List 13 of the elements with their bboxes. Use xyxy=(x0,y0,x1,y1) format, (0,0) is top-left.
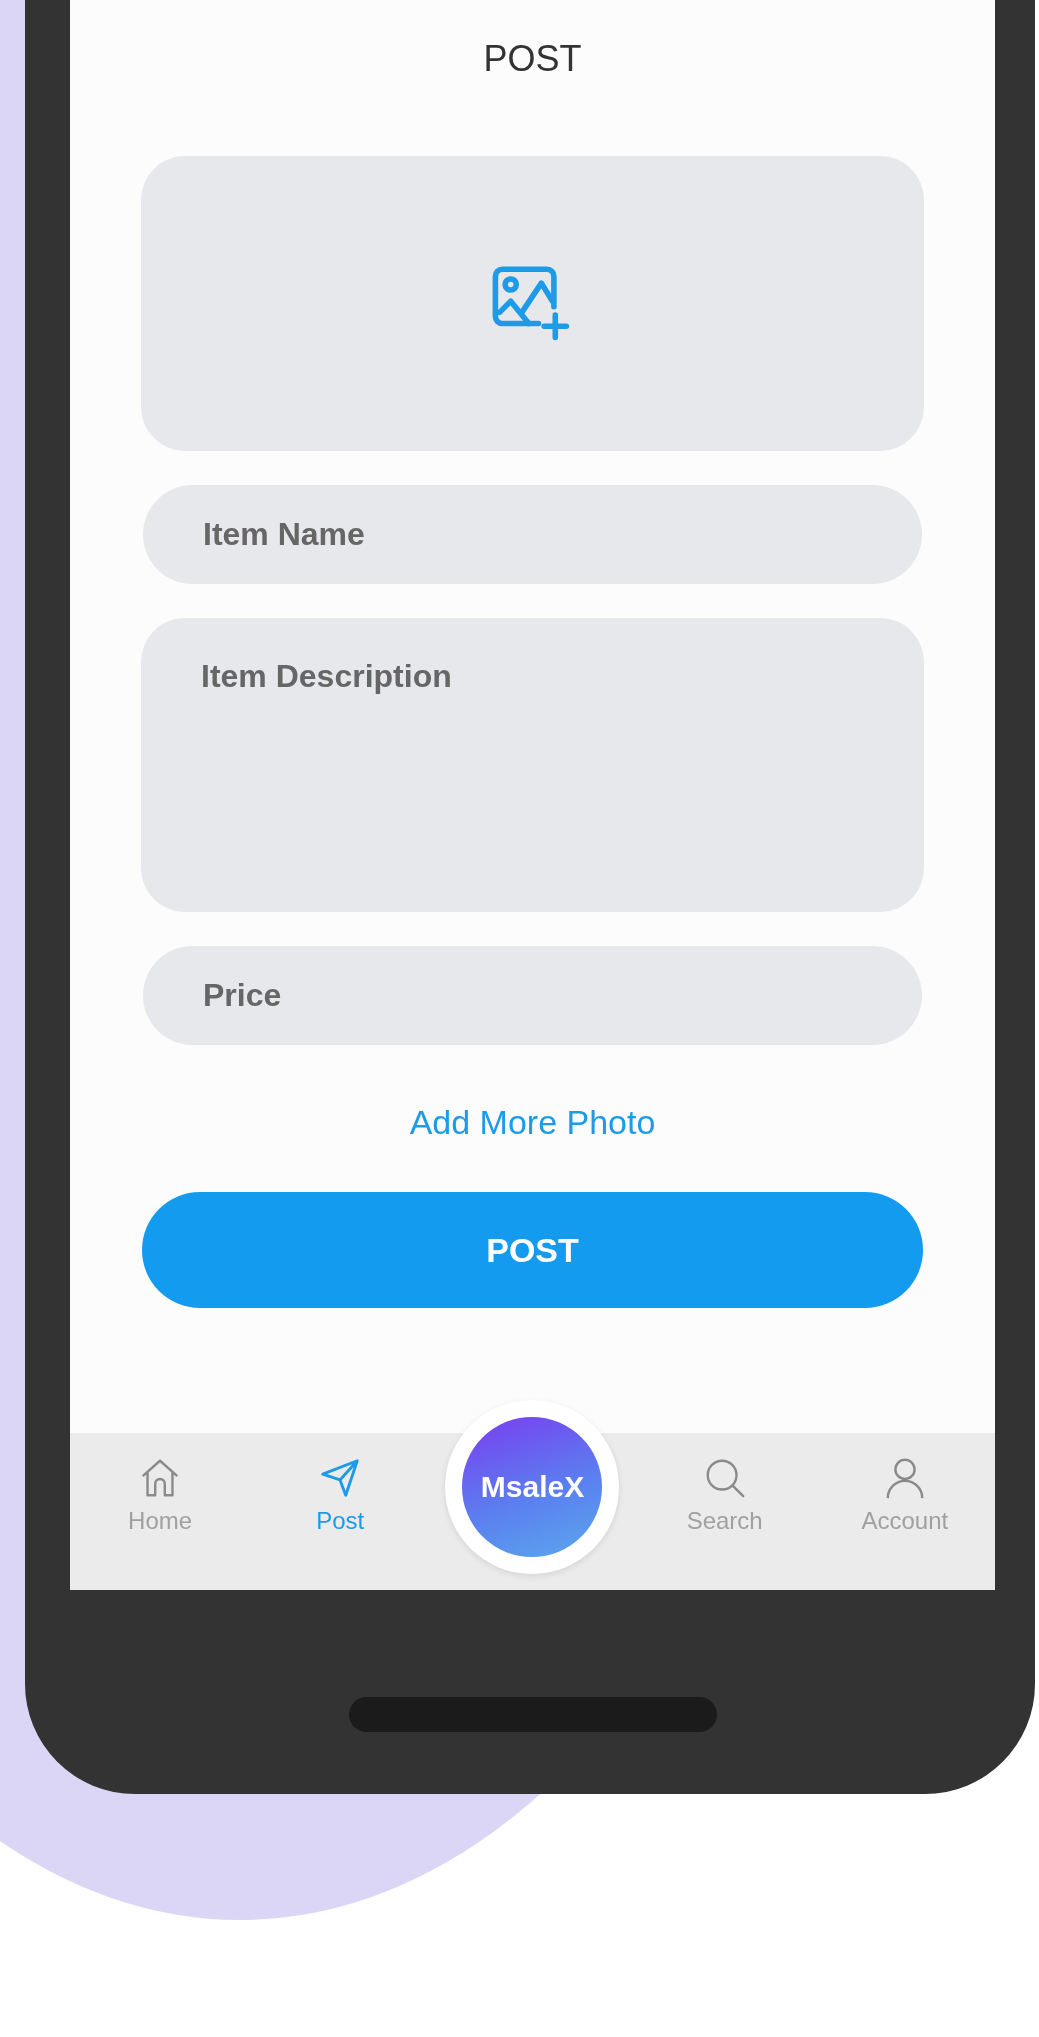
nav-tab[interactable]: Home xyxy=(85,1433,236,1535)
add-more-photo-link[interactable]: Add More Photo xyxy=(409,1103,656,1142)
item-description-field[interactable]: Item Description xyxy=(141,618,924,912)
nav-tab[interactable]: Post xyxy=(265,1433,416,1535)
post-button[interactable]: POST xyxy=(142,1192,923,1308)
price-field[interactable]: Price xyxy=(143,946,922,1045)
logo-button[interactable]: MsaleX xyxy=(445,1400,620,1574)
nav-tab[interactable]: Search xyxy=(649,1433,800,1535)
photo-upload-area[interactable] xyxy=(141,156,924,451)
screen-title: POST xyxy=(483,38,582,80)
item-name-field[interactable]: Item Name xyxy=(143,485,922,584)
logo: MsaleX xyxy=(462,1417,603,1557)
nav-tab[interactable]: Account xyxy=(829,1433,980,1535)
